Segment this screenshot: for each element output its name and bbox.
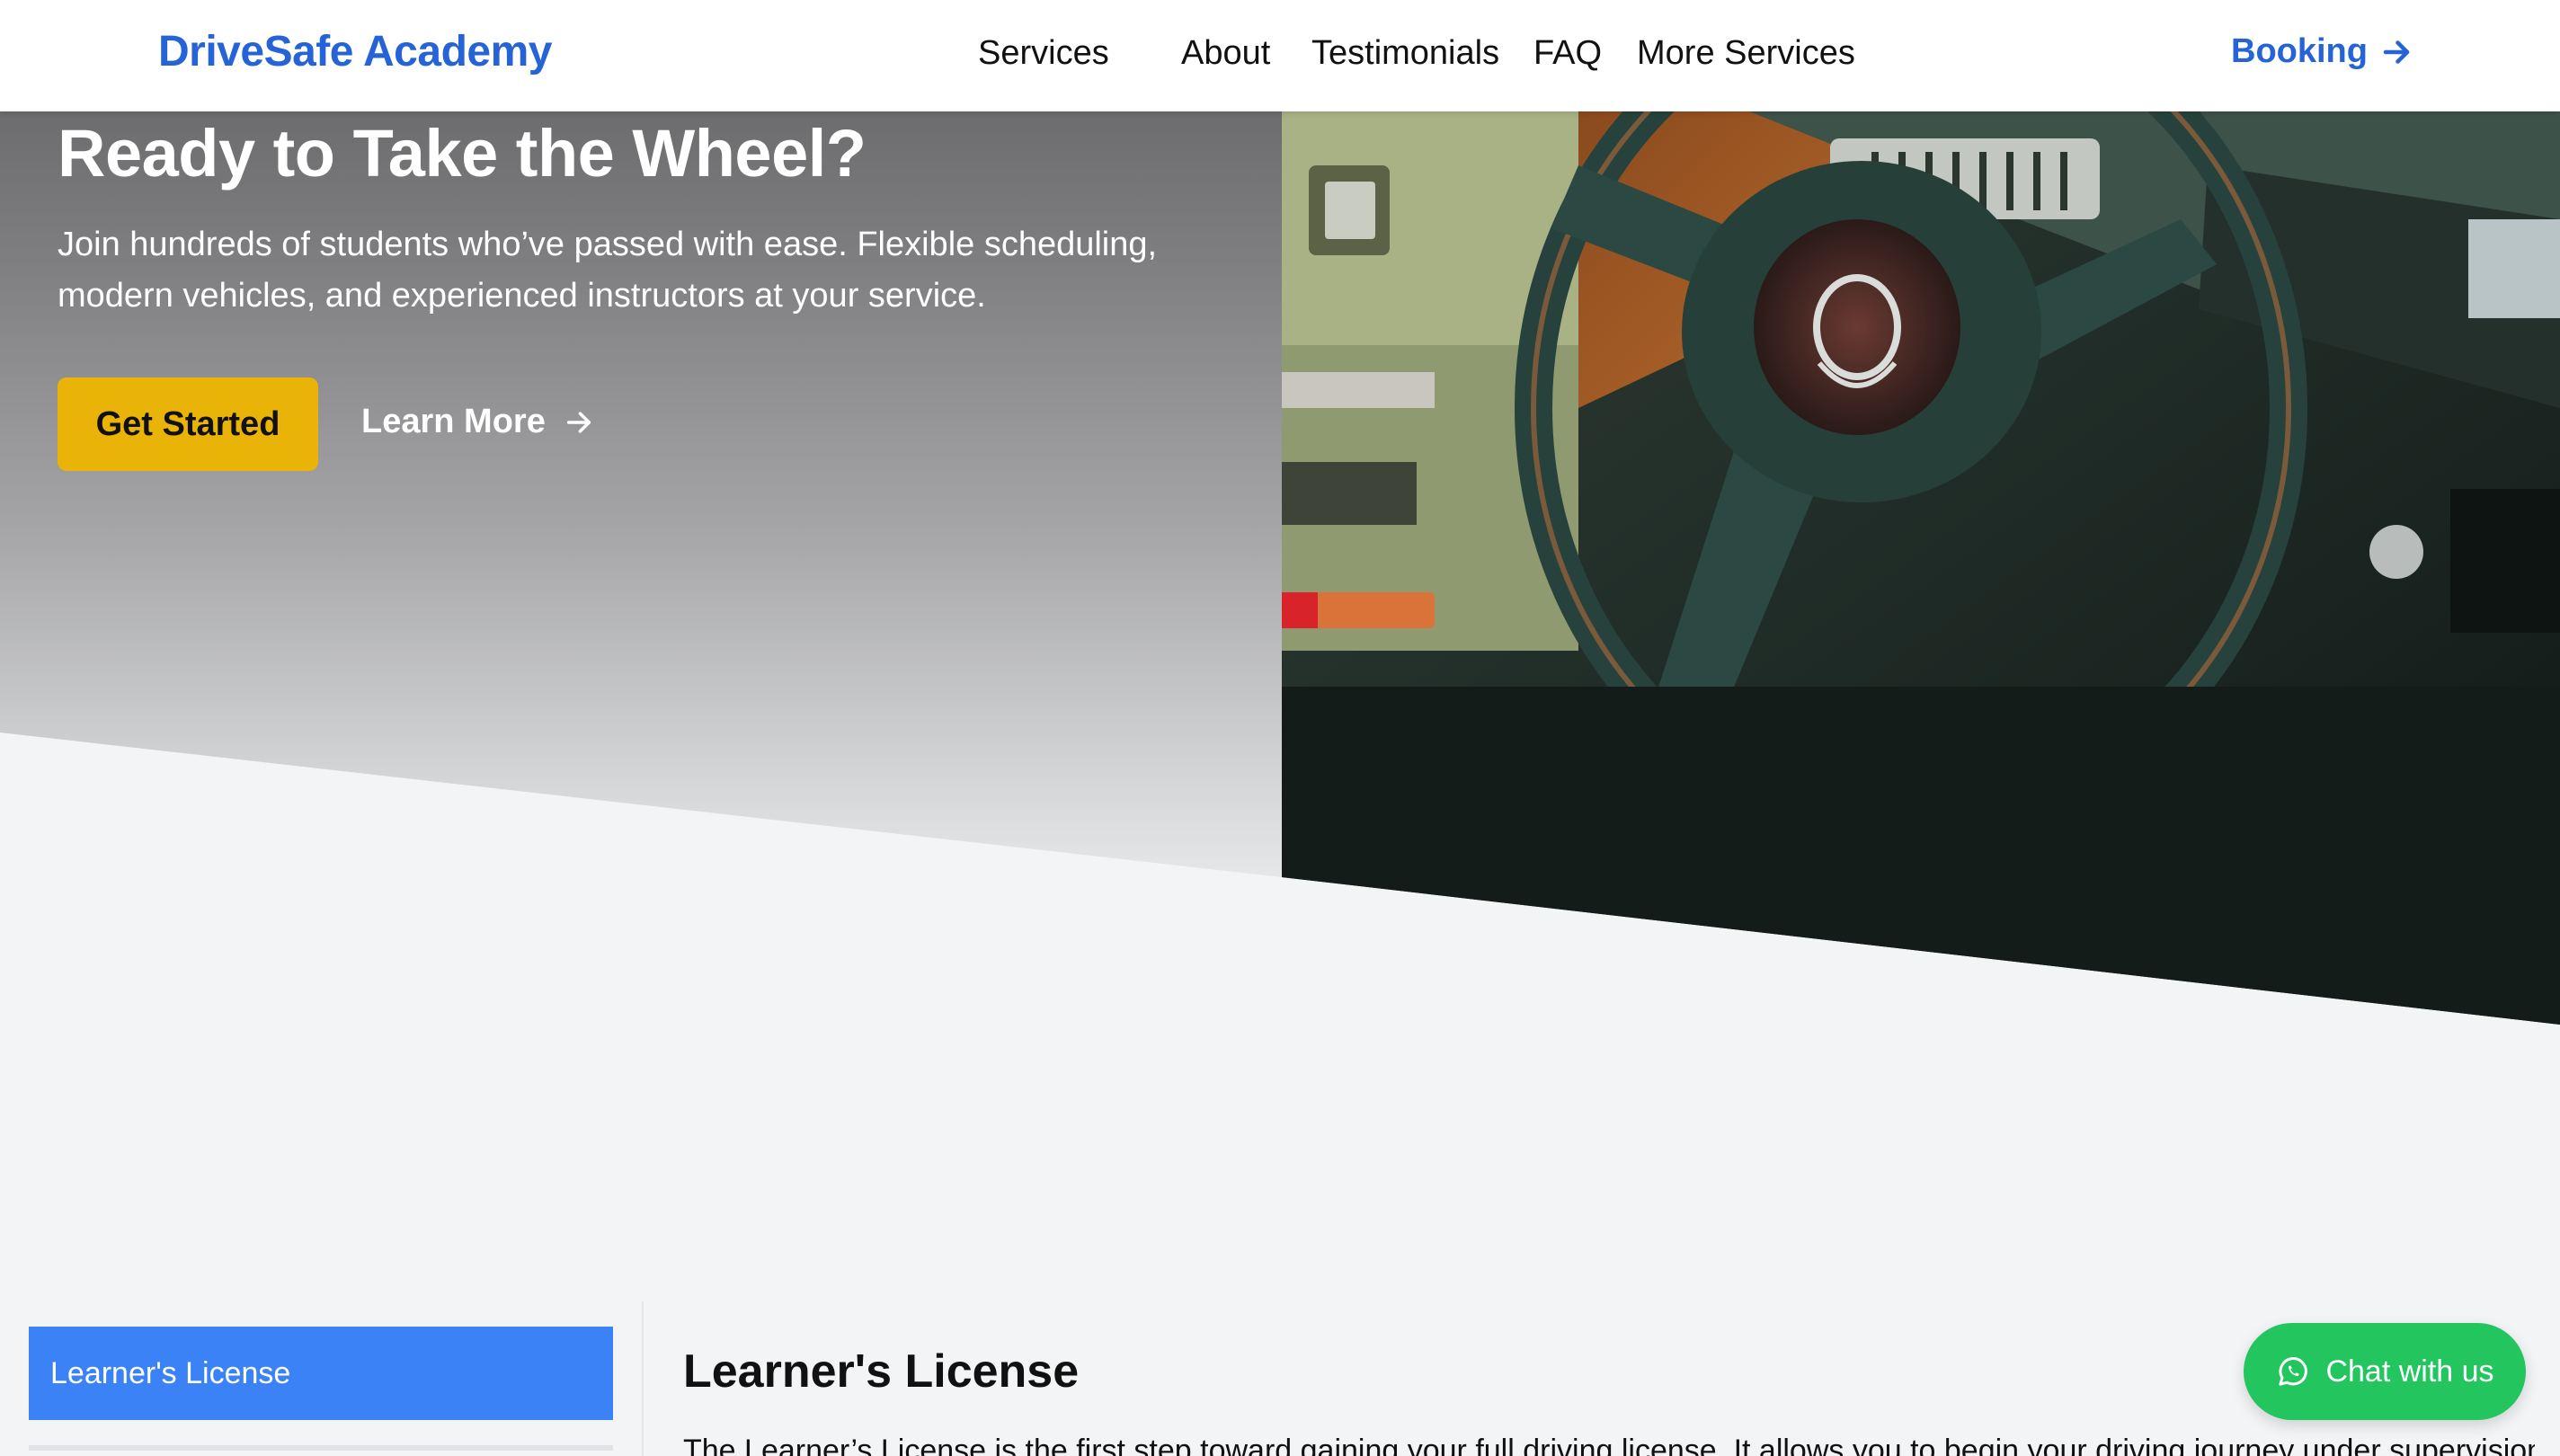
- section-description: The Learner’s License is the first step …: [683, 1434, 2535, 1456]
- nav-faq[interactable]: FAQ: [1533, 34, 1602, 73]
- main-nav: Services About Testimonials FAQ More Ser…: [0, 34, 2560, 79]
- section-title: Learner's License: [683, 1345, 1080, 1398]
- top-navigation-bar: DriveSafe Academy Services About Testimo…: [0, 0, 2560, 111]
- nav-testimonials[interactable]: Testimonials: [1311, 34, 1499, 73]
- learn-more-button[interactable]: Learn More: [361, 403, 594, 441]
- get-started-button[interactable]: Get Started: [58, 377, 318, 471]
- arrow-right-icon: [2383, 40, 2410, 64]
- arrow-right-icon: [566, 411, 591, 433]
- hero-description: Join hundreds of students who’ve passed …: [58, 226, 1158, 315]
- chat-with-us-button[interactable]: Chat with us: [2244, 1323, 2526, 1420]
- chat-label: Chat with us: [2325, 1354, 2494, 1389]
- nav-about[interactable]: About: [1181, 34, 1270, 73]
- content-divider: [642, 1301, 644, 1456]
- sidebar-item-next[interactable]: [29, 1445, 613, 1456]
- nav-services[interactable]: Services: [978, 34, 1109, 73]
- whatsapp-icon: [2279, 1357, 2308, 1386]
- booking-label: Booking: [2231, 32, 2368, 70]
- hero-image: [1282, 111, 2560, 1025]
- learn-more-label: Learn More: [361, 403, 546, 440]
- hero-title: Ready to Take the Wheel?: [58, 116, 867, 191]
- sidebar-item-learners-license[interactable]: Learner's License: [29, 1327, 613, 1420]
- steering-wheel-photo: [1282, 111, 2560, 1025]
- nav-more-services[interactable]: More Services: [1637, 34, 1855, 73]
- booking-link[interactable]: Booking: [2231, 32, 2413, 71]
